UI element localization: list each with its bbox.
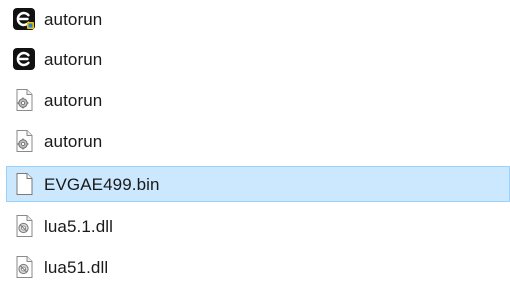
file-item-autorun-config-2[interactable]: autorun xyxy=(0,124,510,158)
file-item-lua51-dll[interactable]: lua51.dll xyxy=(0,250,510,284)
dll-file-icon xyxy=(12,255,36,279)
dll-file-icon xyxy=(12,214,36,238)
file-name: EVGAE499.bin xyxy=(44,174,160,194)
file-list: autorun autorun autorun autorun EVGAE499… xyxy=(0,0,510,290)
file-item-evgae499-bin[interactable]: EVGAE499.bin xyxy=(6,166,510,202)
config-file-icon xyxy=(12,129,36,153)
file-name: autorun xyxy=(44,9,103,29)
app-exe-icon xyxy=(12,47,36,71)
file-name: autorun xyxy=(44,90,103,110)
file-name: autorun xyxy=(44,131,103,151)
file-item-autorun-exe-2[interactable]: autorun xyxy=(0,42,510,76)
file-item-lua5-1-dll[interactable]: lua5.1.dll xyxy=(0,209,510,243)
file-item-autorun-exe-1[interactable]: autorun xyxy=(0,2,510,36)
file-item-autorun-config-1[interactable]: autorun xyxy=(0,83,510,117)
config-file-icon xyxy=(12,88,36,112)
file-name: lua5.1.dll xyxy=(44,216,114,236)
blank-file-icon xyxy=(12,172,36,196)
file-name: autorun xyxy=(44,49,103,69)
app-exe-icon xyxy=(12,7,36,31)
file-name: lua51.dll xyxy=(44,257,109,277)
